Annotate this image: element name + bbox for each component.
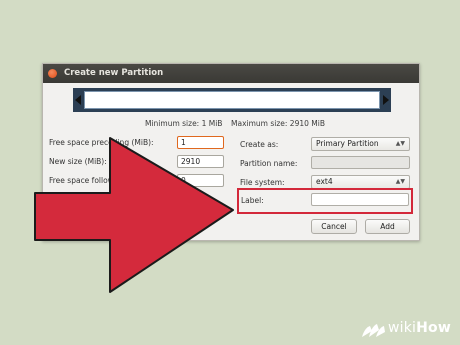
partition-name-input[interactable]: [311, 156, 410, 169]
file-system-value: ext4: [316, 177, 333, 186]
free-space-preceding-input[interactable]: 1: [177, 136, 224, 149]
create-as-select[interactable]: Primary Partition ▲▼: [311, 137, 410, 151]
partition-size-bar: [84, 91, 380, 109]
label-field-label: Label:: [241, 196, 264, 205]
partition-name-label: Partition name:: [240, 159, 298, 168]
free-space-following-input[interactable]: 0: [177, 174, 224, 187]
file-system-label: File system:: [240, 178, 285, 187]
partition-size-slider[interactable]: [73, 88, 391, 112]
create-as-value: Primary Partition: [316, 139, 379, 148]
cancel-button[interactable]: Cancel: [311, 219, 357, 234]
add-button[interactable]: Add: [365, 219, 410, 234]
create-as-label: Create as:: [240, 140, 279, 149]
file-system-select[interactable]: ext4 ▲▼: [311, 175, 410, 189]
minimum-size-text: Minimum size: 1 MiB: [145, 119, 223, 128]
wikihow-hands-icon: [362, 324, 385, 337]
new-size-label: New size (MiB):: [49, 157, 107, 166]
free-space-following-label: Free space following (MiB):: [49, 176, 150, 185]
chevron-updown-icon: ▲▼: [395, 178, 405, 185]
new-size-input[interactable]: 2910: [177, 155, 224, 168]
label-input[interactable]: [311, 193, 409, 206]
slider-left-handle-icon[interactable]: [75, 95, 81, 105]
wikihow-watermark: wikiHow: [388, 320, 451, 336]
create-partition-dialog: Create new Partition Minimum size: 1 MiB…: [42, 63, 420, 241]
watermark-wiki: wiki: [388, 320, 417, 336]
dialog-titlebar: Create new Partition: [43, 64, 419, 83]
close-window-button[interactable]: [48, 69, 57, 78]
slider-right-handle-icon[interactable]: [383, 95, 389, 105]
chevron-updown-icon: ▲▼: [395, 140, 405, 147]
dialog-title: Create new Partition: [64, 68, 164, 78]
watermark-how: How: [416, 320, 452, 336]
maximum-size-text: Maximum size: 2910 MiB: [231, 119, 325, 128]
free-space-preceding-label: Free space preceding (MiB):: [49, 138, 154, 147]
